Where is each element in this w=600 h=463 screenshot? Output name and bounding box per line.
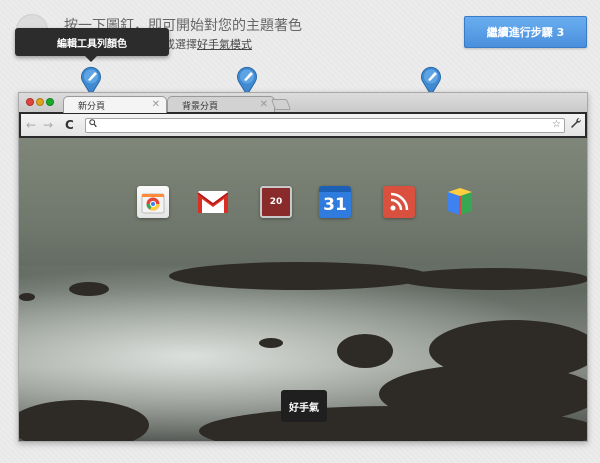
toolbar-color-tooltip: 編輯工具列顏色 bbox=[15, 28, 169, 62]
minimize-window-icon bbox=[36, 98, 44, 106]
new-tab-page: 20 31 好手氣 bbox=[19, 138, 587, 441]
calendar-red-app[interactable]: 20 bbox=[260, 186, 292, 218]
close-icon: ✕ bbox=[151, 99, 160, 110]
book-app[interactable] bbox=[444, 186, 476, 218]
browser-toolbar[interactable]: ← → C ☆ bbox=[19, 112, 587, 138]
lucky-theme-badge[interactable]: 好手氣 bbox=[281, 390, 327, 422]
app-label: 20 bbox=[269, 197, 283, 207]
chrome-web-store-icon bbox=[141, 193, 165, 214]
rock bbox=[169, 262, 429, 290]
tab-strip[interactable]: 新分頁 ✕ 背景分頁 ✕ bbox=[19, 93, 587, 113]
rss-icon bbox=[390, 192, 409, 211]
reload-icon: C bbox=[65, 118, 74, 132]
google-calendar-app[interactable]: 31 bbox=[319, 186, 351, 218]
continue-step-3-button[interactable]: 繼續進行步驟 3 bbox=[464, 16, 587, 48]
bookmark-star-icon: ☆ bbox=[552, 119, 561, 130]
rock bbox=[337, 334, 393, 368]
back-arrow-icon: ← bbox=[26, 118, 37, 132]
gmail-icon bbox=[197, 191, 229, 213]
close-icon: ✕ bbox=[259, 99, 268, 110]
rock bbox=[399, 268, 587, 290]
rock bbox=[69, 282, 109, 296]
instruction-subline: 或選擇好手氣模式 bbox=[164, 36, 252, 52]
lucky-mode-link[interactable]: 好手氣模式 bbox=[197, 38, 252, 51]
rock bbox=[19, 293, 35, 301]
new-tab-button bbox=[270, 99, 292, 110]
rss-reader-app[interactable] bbox=[383, 186, 415, 218]
wrench-icon bbox=[570, 117, 582, 132]
search-icon bbox=[89, 119, 97, 131]
rock bbox=[379, 364, 587, 424]
tab-background[interactable]: 背景分頁 ✕ bbox=[167, 96, 275, 113]
app-label: 31 bbox=[323, 195, 347, 215]
app-grid: 20 31 bbox=[19, 186, 587, 220]
omnibox: ☆ bbox=[85, 118, 565, 133]
rock bbox=[259, 338, 283, 348]
close-window-icon bbox=[26, 98, 34, 106]
browser-preview: 新分頁 ✕ 背景分頁 ✕ ← → C ☆ 20 31 好手氣 bbox=[18, 92, 588, 442]
gmail-app[interactable] bbox=[197, 186, 229, 218]
chrome-web-store-app[interactable] bbox=[137, 186, 169, 218]
tab-label: 新分頁 bbox=[78, 101, 106, 112]
forward-arrow-icon: → bbox=[43, 118, 54, 132]
tab-label: 背景分頁 bbox=[182, 101, 219, 112]
book-icon bbox=[448, 188, 472, 215]
tab-new-tab[interactable]: 新分頁 ✕ bbox=[63, 96, 167, 113]
zoom-window-icon bbox=[46, 98, 54, 106]
